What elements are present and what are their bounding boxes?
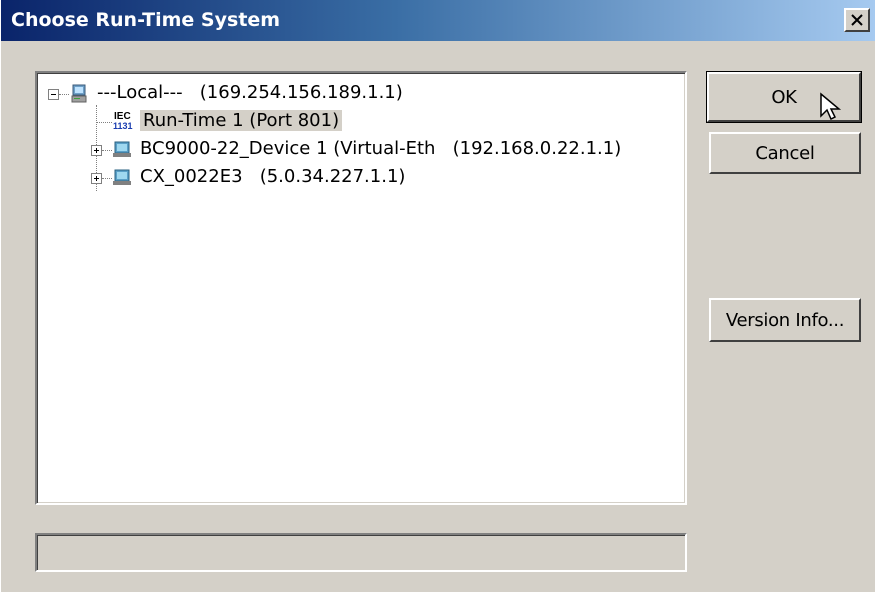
close-icon: [851, 14, 863, 26]
tree-item-bc9000[interactable]: BC9000-22_Device 1 (Virtual-Eth (192.168…: [140, 138, 621, 159]
network-device-icon: [113, 141, 131, 157]
title-bar[interactable]: Choose Run-Time System: [1, 0, 875, 41]
status-field: [35, 533, 687, 572]
computer-icon: [71, 84, 87, 103]
version-info-button[interactable]: Version Info...: [709, 298, 861, 342]
mouse-cursor-icon: [820, 92, 842, 121]
runtime-tree-view[interactable]: ---Local--- (169.254.156.189.1.1) IEC 11…: [35, 71, 687, 505]
bc9000-expand-toggle[interactable]: [91, 145, 102, 156]
tree-item-local[interactable]: ---Local--- (169.254.156.189.1.1): [97, 82, 403, 103]
network-device-icon: [113, 169, 131, 185]
close-button[interactable]: [844, 8, 870, 32]
root-collapse-toggle[interactable]: [48, 89, 59, 100]
tree-item-runtime-1[interactable]: Run-Time 1 (Port 801): [140, 110, 343, 131]
cx-expand-toggle[interactable]: [91, 173, 102, 184]
ok-button[interactable]: OK: [706, 71, 862, 123]
dialog-title: Choose Run-Time System: [11, 9, 281, 31]
tree-item-cx[interactable]: CX_0022E3 (5.0.34.227.1.1): [140, 166, 405, 187]
cancel-button[interactable]: Cancel: [709, 132, 861, 174]
choose-runtime-dialog: Choose Run-Time System ---Local--- (169.…: [0, 0, 875, 592]
iec-1131-icon: IEC 1131: [113, 111, 133, 131]
